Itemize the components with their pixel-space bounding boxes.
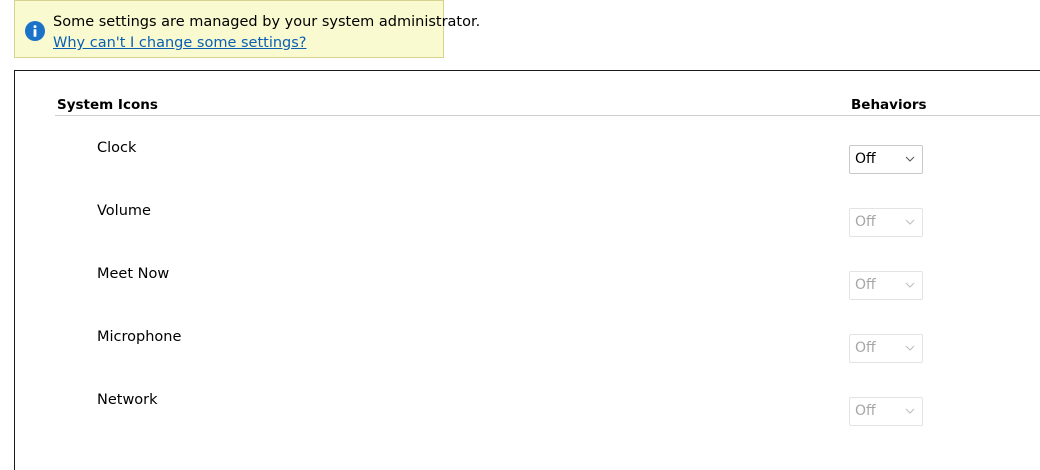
chevron-down-icon bbox=[905, 219, 915, 225]
header-divider bbox=[55, 115, 1040, 116]
network-behavior-dropdown: Off bbox=[849, 397, 923, 426]
meet-now-behavior-dropdown: Off bbox=[849, 271, 923, 300]
row-label-network: Network bbox=[97, 392, 158, 408]
info-icon bbox=[25, 21, 45, 41]
dropdown-value: Off bbox=[855, 340, 876, 356]
chevron-down-icon bbox=[905, 408, 915, 414]
row-label-clock: Clock bbox=[97, 140, 137, 156]
chevron-down-icon bbox=[905, 282, 915, 288]
dropdown-value: Off bbox=[855, 403, 876, 419]
clock-behavior-dropdown[interactable]: Off bbox=[849, 145, 923, 174]
banner-message: Some settings are managed by your system… bbox=[53, 14, 481, 30]
system-icons-panel: System Icons Behaviors Clock Off Volume … bbox=[14, 70, 1040, 470]
dropdown-value: Off bbox=[855, 277, 876, 293]
why-cant-change-settings-link[interactable]: Why can't I change some settings? bbox=[53, 33, 480, 54]
admin-info-banner: Some settings are managed by your system… bbox=[14, 0, 480, 58]
system-icons-header: System Icons bbox=[57, 97, 158, 113]
dropdown-value: Off bbox=[855, 214, 876, 230]
behaviors-header: Behaviors bbox=[851, 97, 927, 113]
row-label-meet-now: Meet Now bbox=[97, 266, 170, 282]
row-label-microphone: Microphone bbox=[97, 329, 182, 345]
chevron-down-icon bbox=[905, 156, 915, 162]
row-label-volume: Volume bbox=[97, 203, 151, 219]
chevron-down-icon bbox=[905, 345, 915, 351]
dropdown-value: Off bbox=[855, 151, 876, 167]
microphone-behavior-dropdown: Off bbox=[849, 334, 923, 363]
volume-behavior-dropdown: Off bbox=[849, 208, 923, 237]
